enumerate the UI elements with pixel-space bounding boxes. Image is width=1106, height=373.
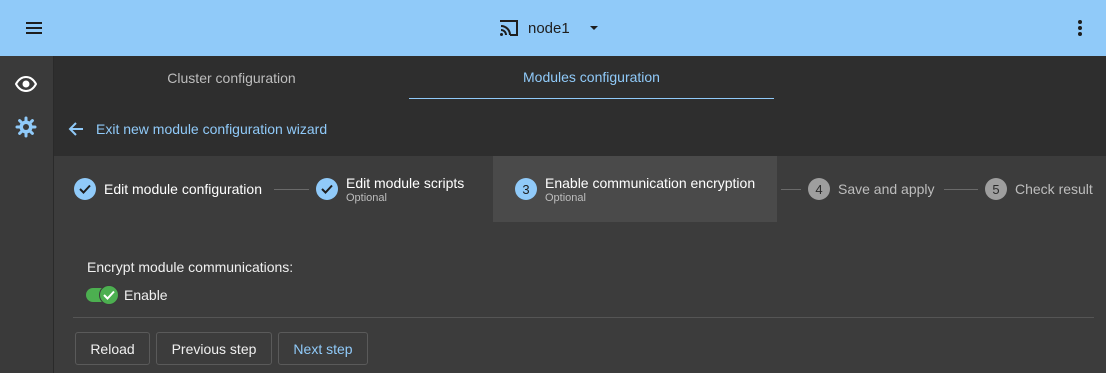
check-icon	[103, 290, 115, 300]
check-icon	[316, 178, 338, 200]
check-icon	[74, 178, 96, 200]
step-number: 4	[808, 178, 830, 200]
step-optional-label: Optional	[545, 191, 586, 204]
encryption-toggle[interactable]: Enable	[86, 285, 168, 305]
arrow-left-icon	[68, 122, 83, 136]
hamburger-menu-icon	[26, 22, 42, 34]
nav-settings-button[interactable]	[12, 113, 40, 141]
step-enable-communication-encryption[interactable]: 3 Enable communication encryption Option…	[493, 156, 778, 222]
app-bar: node1	[0, 0, 1106, 56]
step-number: 5	[985, 178, 1007, 200]
menu-button[interactable]	[20, 14, 48, 42]
exit-wizard-label: Exit new module configuration wizard	[96, 121, 328, 137]
encrypt-communications-label: Encrypt module communications:	[87, 259, 294, 275]
more-options-button[interactable]	[1066, 14, 1094, 42]
step-number: 3	[515, 178, 537, 200]
nav-view-button[interactable]	[12, 70, 40, 98]
tab-cluster-configuration[interactable]: Cluster configuration	[54, 56, 409, 99]
eye-icon	[15, 76, 37, 92]
step-label: Edit module configuration	[104, 181, 262, 197]
toggle-track[interactable]	[86, 285, 119, 305]
reload-button[interactable]: Reload	[75, 332, 150, 365]
step-label: Save and apply	[838, 181, 935, 197]
more-vertical-icon	[1078, 20, 1082, 36]
config-tabs-bar: Cluster configuration Modules configurat…	[54, 56, 1106, 156]
step-edit-module-configuration[interactable]: Edit module configuration	[74, 156, 262, 222]
step-label: Check result	[1015, 181, 1093, 197]
gear-icon	[15, 116, 37, 138]
caret-down-icon	[589, 26, 598, 30]
step-label: Enable communication encryption	[545, 174, 756, 191]
wizard-stepper: Edit module configuration Edit module sc…	[54, 156, 1106, 222]
step-content: Encrypt module communications: Enable Re…	[54, 222, 1106, 373]
cast-icon	[500, 20, 518, 36]
toggle-thumb[interactable]	[99, 285, 119, 305]
left-nav-rail	[0, 56, 54, 373]
tab-modules-configuration[interactable]: Modules configuration	[409, 56, 774, 99]
toggle-label: Enable	[124, 287, 168, 303]
step-connector	[944, 189, 978, 190]
step-label: Edit module scripts	[346, 174, 465, 191]
step-save-and-apply[interactable]: 4 Save and apply	[808, 156, 935, 222]
next-step-button[interactable]: Next step	[278, 332, 368, 365]
divider	[73, 317, 1094, 318]
step-check-result[interactable]: 5 Check result	[985, 156, 1093, 222]
node-name: node1	[528, 19, 570, 37]
step-edit-module-scripts[interactable]: Edit module scripts Optional	[316, 156, 464, 222]
node-selector[interactable]: node1	[498, 12, 604, 44]
step-optional-label: Optional	[346, 191, 387, 204]
step-connector	[781, 189, 801, 190]
exit-wizard-link[interactable]: Exit new module configuration wizard	[68, 121, 327, 137]
previous-step-button[interactable]: Previous step	[156, 332, 272, 365]
step-connector	[274, 189, 309, 190]
